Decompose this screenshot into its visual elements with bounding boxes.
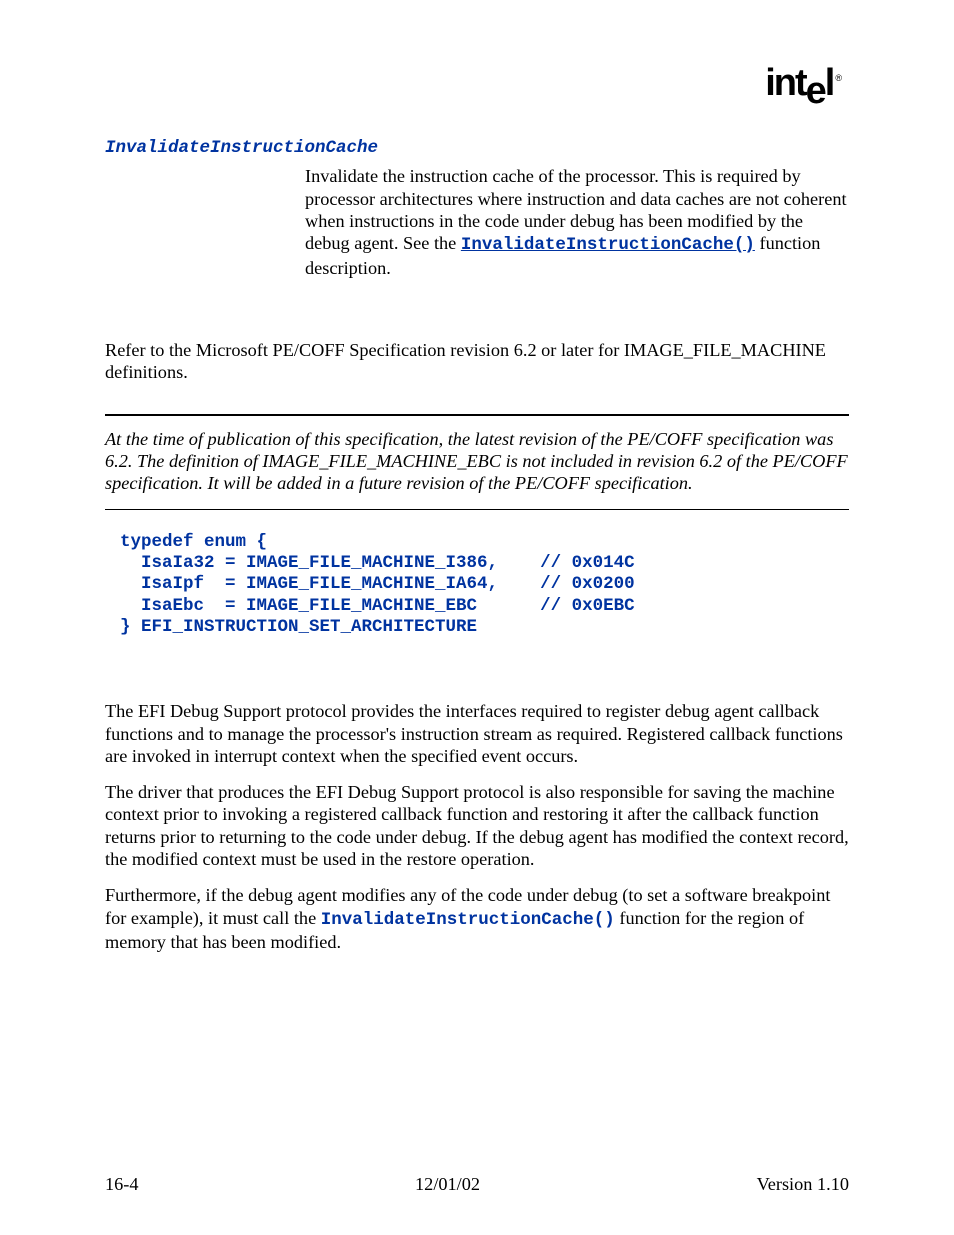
logo-part-1: int [765, 62, 805, 104]
code-block: typedef enum { IsaIa32 = IMAGE_FILE_MACH… [120, 532, 849, 639]
intel-logo: intel® [765, 62, 842, 105]
description-para-2: The driver that produces the EFI Debug S… [105, 781, 849, 870]
invalidate-instruction-cache-link[interactable]: InvalidateInstructionCache() [461, 235, 755, 255]
page: intel® InvalidateInstructionCache Invali… [0, 0, 954, 1235]
divider-top [105, 414, 849, 416]
logo-part-2: e [806, 70, 825, 113]
term-definition: Invalidate the instruction cache of the … [305, 165, 849, 279]
description-para-3: Furthermore, if the debug agent modifies… [105, 884, 849, 953]
pe-coff-reference: Refer to the Microsoft PE/COFF Specifica… [105, 339, 849, 384]
footer-version: Version 1.10 [757, 1174, 849, 1195]
description-para-1: The EFI Debug Support protocol provides … [105, 700, 849, 767]
content-area: InvalidateInstructionCache Invalidate th… [105, 138, 849, 953]
desc3-code: InvalidateInstructionCache() [321, 910, 615, 930]
footer-date: 12/01/02 [415, 1174, 480, 1195]
publication-note: At the time of publication of this speci… [105, 428, 849, 495]
divider-bottom [105, 509, 849, 510]
term-name: InvalidateInstructionCache [105, 138, 849, 159]
footer-page-number: 16-4 [105, 1174, 139, 1195]
logo-reg: ® [835, 73, 842, 83]
logo-part-3: l [825, 62, 834, 104]
description-block: The EFI Debug Support protocol provides … [105, 700, 849, 953]
page-footer: 16-4 12/01/02 Version 1.10 [105, 1174, 849, 1195]
